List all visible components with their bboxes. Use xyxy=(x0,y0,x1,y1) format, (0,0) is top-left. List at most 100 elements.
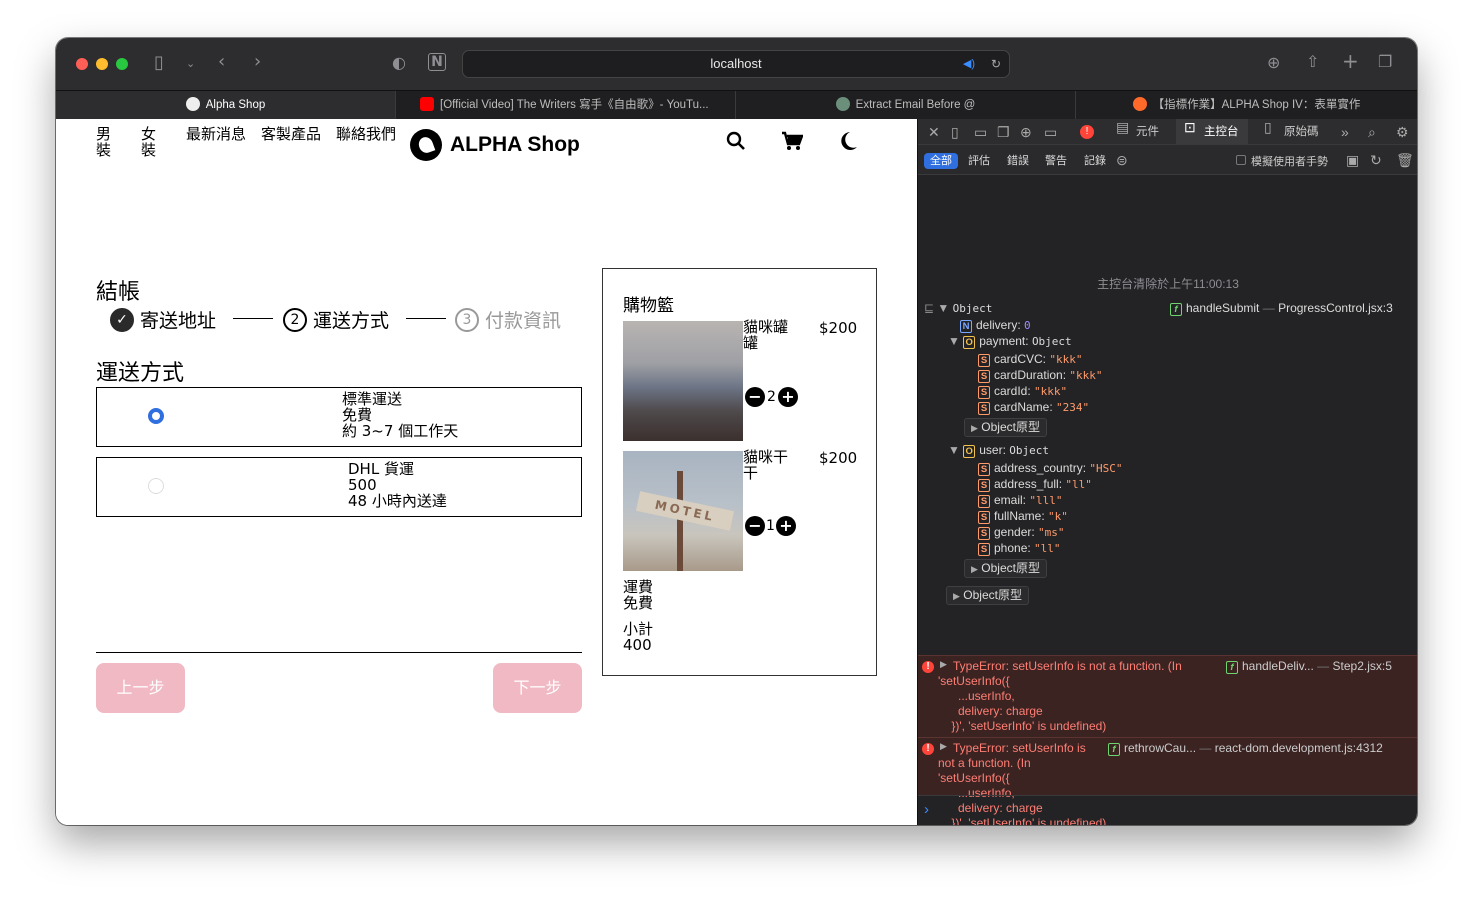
log-prototype[interactable]: ▶ Object原型 xyxy=(964,559,1047,578)
minus-icon[interactable]: − xyxy=(745,516,765,536)
checkout-title: 結帳 xyxy=(96,280,141,305)
radio-unselected[interactable] xyxy=(148,478,164,494)
filter-evaluation[interactable]: 評估 xyxy=(962,153,996,169)
filter-options-icon[interactable]: ⊜ xyxy=(1116,152,1128,168)
log-user-field: Sphone: "ll" xyxy=(978,541,1061,556)
download-icon[interactable]: ⊕ xyxy=(1267,53,1280,73)
log-user[interactable]: ▼ Ouser: Object xyxy=(948,443,1049,458)
string-type-icon: S xyxy=(978,386,990,399)
tab-extract-email[interactable]: Extract Email Before @ xyxy=(736,91,1076,120)
log-delivery: Ndelivery: 0 xyxy=(960,318,1031,333)
sidebar-icon[interactable]: ▯ xyxy=(154,53,164,73)
prev-button[interactable]: 上一步 xyxy=(96,663,185,713)
gesture-checkbox[interactable] xyxy=(1236,155,1246,165)
close-icon[interactable]: ✕ xyxy=(928,124,940,140)
plus-icon[interactable]: + xyxy=(777,387,798,407)
console-filter-bar: 全部 評估 錯誤 警告 記錄 ⊜ 模擬使用者手勢 ▣ ↻ 🗑 xyxy=(918,145,1417,175)
prototype-label: Object原型 xyxy=(981,561,1040,575)
quantity-value: 2 xyxy=(767,389,776,405)
subtotal-value: 400 xyxy=(623,636,652,654)
address-bar[interactable]: localhost ◀) ↻ xyxy=(462,50,1010,78)
trash-icon[interactable]: 🗑 xyxy=(1396,152,1414,168)
shipping-time: 48 小時內送達 xyxy=(348,492,447,510)
filter-errors[interactable]: 錯誤 xyxy=(1001,153,1035,169)
back-icon[interactable]: ‹ xyxy=(218,52,225,72)
tab-console[interactable]: ⊡ 主控台 xyxy=(1176,119,1248,145)
shipping-option-dhl[interactable]: DHL 貨運 500 48 小時內送達 xyxy=(96,457,582,517)
tab-label: 原始碼 xyxy=(1284,126,1319,138)
tab-sources[interactable]: ▯ 原始碼 xyxy=(1256,119,1327,145)
tab-overview-icon[interactable]: ❐ xyxy=(1378,52,1392,72)
log-object-header[interactable]: ⊑ ▼ Object xyxy=(924,301,992,316)
alphacamp-favicon-icon xyxy=(1132,97,1147,111)
speaker-icon[interactable]: ◀) xyxy=(963,51,975,77)
nav-custom[interactable]: 客製產品 xyxy=(261,126,321,142)
log-value: "kkk" xyxy=(1069,369,1103,382)
step-connector xyxy=(406,318,446,319)
browser-window: ▯ ⌄ ‹ › ◐ N localhost ◀) ↻ ⊕ ⇧ + ❐ Alpha… xyxy=(56,38,1417,825)
console-prompt[interactable]: › xyxy=(918,795,1417,825)
forward-icon[interactable]: › xyxy=(254,52,261,72)
console-error[interactable]: ! ▶ TypeError: setUserInfo is not a func… xyxy=(918,655,1417,737)
nav-women[interactable]: 女裝 xyxy=(141,126,161,158)
error-count-icon[interactable]: ! xyxy=(1080,125,1094,139)
step-payment: 3 付款資訊 xyxy=(455,306,561,333)
nav-contact[interactable]: 聯絡我們 xyxy=(336,126,396,142)
minimize-window-button[interactable] xyxy=(96,58,108,70)
filter-logs[interactable]: 記錄 xyxy=(1078,153,1112,169)
minus-icon[interactable]: − xyxy=(745,387,765,407)
tab-label: 主控台 xyxy=(1204,126,1239,138)
tab-assignment[interactable]: 【指標作業】ALPHA Shop IV：表單實作 xyxy=(1076,91,1417,120)
nav-men[interactable]: 男裝 xyxy=(96,126,116,158)
brand-logo[interactable]: ALPHA Shop xyxy=(410,129,580,161)
dock-side-icon[interactable]: ▯ xyxy=(951,124,959,140)
share-icon[interactable]: ⇧ xyxy=(1306,52,1319,72)
reload-icon[interactable]: ↻ xyxy=(991,51,1001,77)
expand-icon: ▼ xyxy=(948,443,960,457)
shield-icon[interactable]: ◐ xyxy=(392,53,406,73)
device-icon[interactable]: ▭ xyxy=(1044,124,1057,140)
crosshair-icon[interactable]: ⊕ xyxy=(1020,124,1032,140)
console-error[interactable]: ! ▶ TypeError: setUserInfo is not a func… xyxy=(918,737,1417,825)
search-icon[interactable] xyxy=(726,131,746,156)
radio-selected[interactable] xyxy=(148,408,164,424)
dark-mode-icon[interactable] xyxy=(838,131,858,156)
log-root: Object xyxy=(952,302,993,315)
log-payment[interactable]: ▼ Opayment: Object xyxy=(948,334,1072,349)
preserve-log-icon[interactable]: ▣ xyxy=(1346,152,1359,168)
expand-icon: ▼ xyxy=(937,301,950,315)
log-prototype[interactable]: ▶ Object原型 xyxy=(964,418,1047,437)
error-source[interactable]: f handleDeliv... — Step2.jsx:5 xyxy=(1226,659,1392,674)
quantity-control: − 2 + xyxy=(745,387,798,407)
step-address: ✓ 寄送地址 xyxy=(110,306,216,333)
filter-all[interactable]: 全部 xyxy=(924,153,958,169)
filter-warnings[interactable]: 警告 xyxy=(1039,153,1073,169)
notion-icon[interactable]: N xyxy=(428,53,446,71)
error-source[interactable]: f rethrowCau... — react-dom.development.j… xyxy=(1108,741,1383,756)
log-function: handleSubmit xyxy=(1186,301,1260,315)
cart-icon[interactable] xyxy=(781,131,804,156)
shipping-option-standard[interactable]: 標準運送 免費 約 3~7 個工作天 xyxy=(96,387,582,447)
search-icon[interactable]: ⌕ xyxy=(1368,124,1376,140)
zoom-window-button[interactable] xyxy=(116,58,128,70)
close-window-button[interactable] xyxy=(76,58,88,70)
more-tabs-icon[interactable]: » xyxy=(1341,124,1349,140)
log-prototype[interactable]: ▶ Object原型 xyxy=(946,586,1029,605)
tab-youtube[interactable]: [Official Video] The Writers 寫手《自由歌》- Yo… xyxy=(396,91,736,120)
youtube-favicon-icon xyxy=(420,97,434,111)
tab-elements[interactable]: ▤ 元件 xyxy=(1108,119,1167,145)
log-key: delivery: xyxy=(976,318,1021,332)
reload-icon[interactable]: ↻ xyxy=(1370,152,1382,168)
nav-news[interactable]: 最新消息 xyxy=(186,126,246,142)
next-button[interactable]: 下一步 xyxy=(493,663,582,713)
tab-label: [Official Video] The Writers 寫手《自由歌》- Yo… xyxy=(440,99,709,111)
undock-icon[interactable]: ❐ xyxy=(997,124,1010,140)
sign-pole xyxy=(677,471,683,571)
plus-icon[interactable]: + xyxy=(775,516,796,536)
chevron-down-icon[interactable]: ⌄ xyxy=(186,54,195,74)
tab-alpha-shop[interactable]: Alpha Shop xyxy=(56,91,396,120)
dock-bottom-icon[interactable]: ▭ xyxy=(974,124,987,140)
settings-icon[interactable]: ⚙ xyxy=(1396,124,1409,140)
log-source[interactable]: f handleSubmit — ProgressControl.jsx:3 xyxy=(1170,301,1393,316)
new-tab-icon[interactable]: + xyxy=(1342,51,1359,71)
